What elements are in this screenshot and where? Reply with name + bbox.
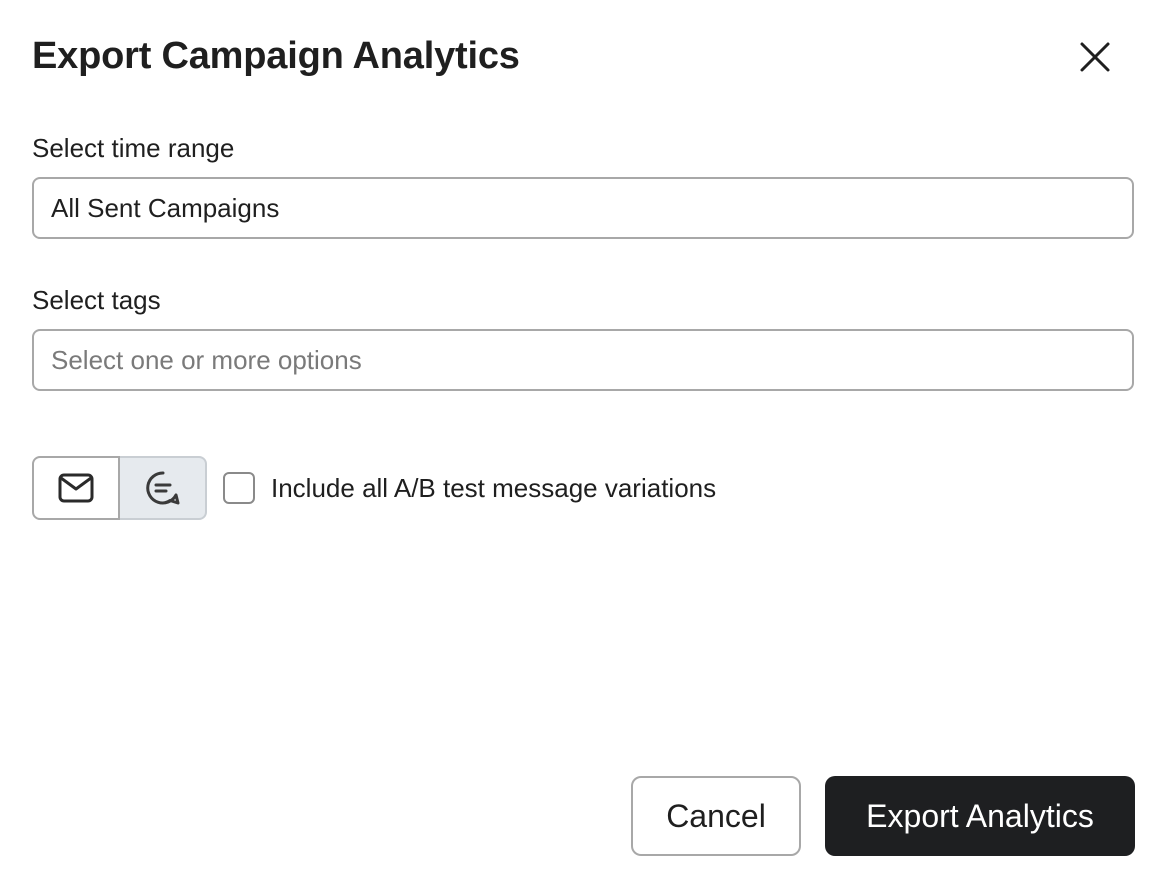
ab-variations-checkbox[interactable] [223,472,255,504]
time-range-value: All Sent Campaigns [51,192,280,223]
export-analytics-dialog: Export Campaign Analytics Select time ra… [0,0,1168,890]
cancel-button[interactable]: Cancel [631,776,801,856]
sms-channel-toggle[interactable] [120,456,207,520]
chat-bubble-icon [145,470,181,506]
close-button[interactable] [1068,30,1122,84]
channel-toggle-group [32,456,207,520]
tags-select[interactable]: Select one or more options [32,329,1134,391]
time-range-select[interactable]: All Sent Campaigns [32,177,1134,239]
tags-placeholder: Select one or more options [51,344,362,375]
ab-variations-label[interactable]: Include all A/B test message variations [271,472,716,504]
close-icon [1079,41,1111,73]
tags-label: Select tags [32,285,161,315]
dialog-title: Export Campaign Analytics [32,35,520,77]
envelope-icon [58,473,94,503]
export-analytics-button[interactable]: Export Analytics [825,776,1135,856]
email-channel-toggle[interactable] [32,456,120,520]
time-range-label: Select time range [32,133,235,163]
